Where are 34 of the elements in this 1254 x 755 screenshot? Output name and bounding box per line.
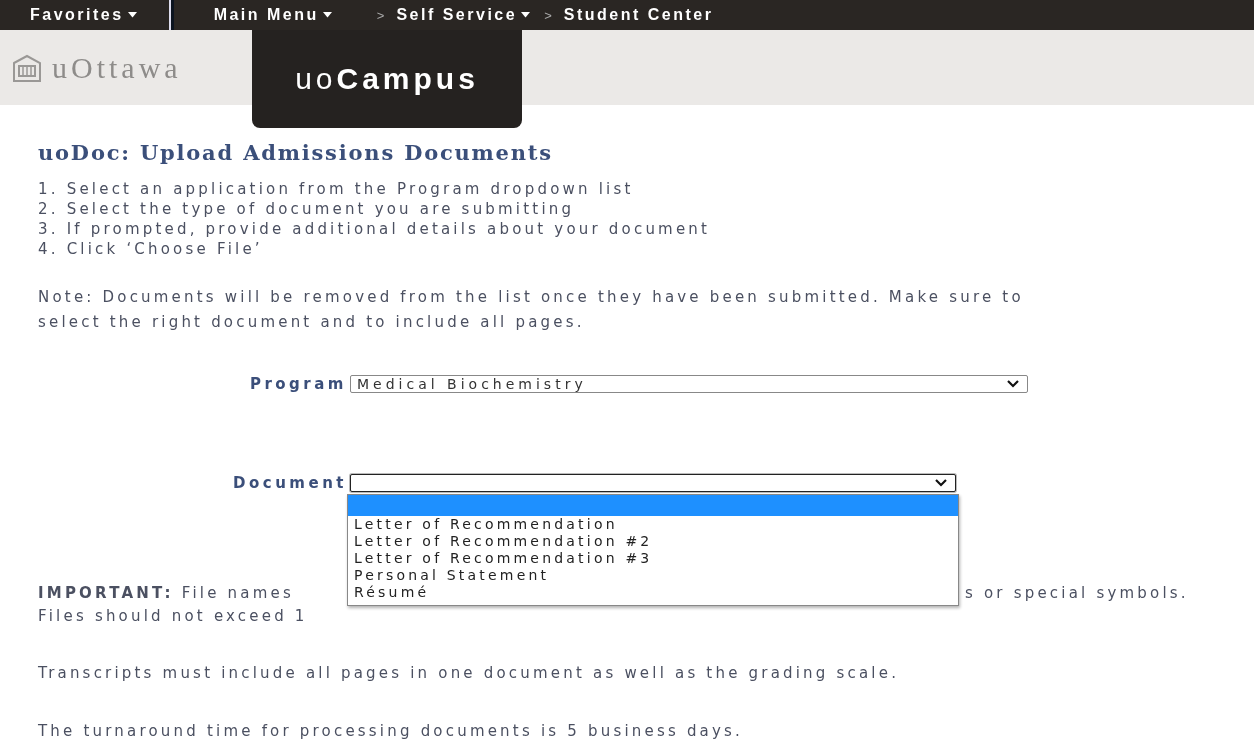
dropdown-option[interactable]: Personal Statement bbox=[348, 567, 958, 584]
instruction-step: 1. Select an application from the Program dropdown list bbox=[38, 179, 1254, 199]
caret-icon bbox=[127, 12, 137, 18]
chevron-down-icon bbox=[1007, 380, 1019, 388]
breadcrumb-separator: > bbox=[376, 7, 385, 23]
nav-menu[interactable]: Self Service bbox=[396, 6, 531, 24]
important-text: IMPORTANT: File names bbox=[38, 583, 294, 604]
building-logo-icon bbox=[12, 52, 42, 83]
nav-menu[interactable]: Main Menu bbox=[213, 6, 332, 24]
nav-menu[interactable]: Favorites bbox=[30, 6, 137, 24]
info-text: The turnaround time for processing documents is 5 business days. bbox=[38, 722, 745, 740]
instruction-step: 4. Click ‘Choose File’ bbox=[38, 239, 1254, 259]
dropdown-option[interactable]: Résumé bbox=[348, 584, 958, 601]
program-select[interactable]: Medical Biochemistry bbox=[350, 375, 1028, 393]
dropdown-option[interactable]: Letter of Recommendation #3 bbox=[348, 550, 958, 567]
dropdown-option[interactable] bbox=[348, 495, 958, 516]
info-text: Transcripts must include all pages in one document as well as the grading scale. bbox=[38, 664, 901, 682]
note-text: Note: Documents will be removed from the list once they have been submitted. Make sure to select the right document and to include all pages. bbox=[38, 287, 1025, 333]
important-text: Files should not exceed 1 bbox=[38, 606, 308, 627]
chevron-down-icon bbox=[935, 479, 947, 487]
dropdown-option[interactable]: Letter of Recommendation bbox=[348, 516, 958, 533]
logo-text: uOttawa bbox=[52, 50, 182, 85]
breadcrumb-separator: > bbox=[544, 7, 552, 23]
campus-tab[interactable]: uoCampus bbox=[252, 30, 522, 128]
field-label: Document bbox=[232, 474, 348, 492]
page-title: uoDoc: Upload Admissions Documents bbox=[38, 140, 554, 165]
caret-icon bbox=[322, 12, 332, 18]
important-text: s or special symbols. bbox=[965, 583, 1189, 604]
instruction-step: 2. Select the type of document you are submitting bbox=[38, 199, 1254, 219]
instruction-step: 3. If prompted, provide additional details about your document bbox=[38, 219, 1254, 239]
nav-link[interactable]: Student Center bbox=[563, 6, 714, 24]
caret-icon bbox=[521, 12, 531, 18]
dropdown-option[interactable]: Letter of Recommendation #2 bbox=[348, 533, 958, 550]
field-label: Program bbox=[248, 375, 348, 393]
